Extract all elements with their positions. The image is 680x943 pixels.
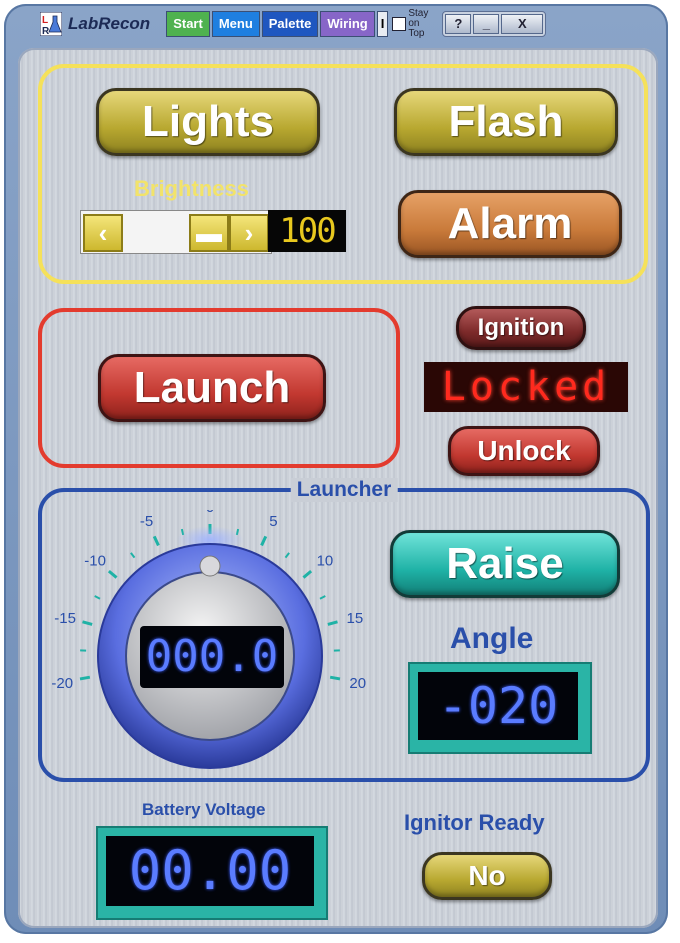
labrecon-logo-icon: L R (39, 11, 63, 37)
dial-tick-label: -5 (140, 513, 153, 530)
dial-minor-tick (319, 595, 326, 600)
svg-text:L: L (42, 15, 48, 26)
svg-text:R: R (42, 26, 50, 36)
stay-on-top-checkbox[interactable] (392, 17, 407, 31)
lock-status-display: Locked (424, 362, 628, 412)
dial-tick-label: 5 (269, 513, 277, 530)
dial-indicator (199, 555, 221, 577)
raise-button[interactable]: Raise (390, 530, 620, 598)
brightness-display: 100 (268, 210, 346, 252)
slider-left-arrow-icon[interactable]: ‹ (83, 214, 123, 252)
dial-display: 000.0 (140, 626, 284, 688)
dial-tick-label: 15 (347, 610, 364, 627)
dial-tick-label: 0 (206, 510, 214, 516)
dial-tick-label: 20 (349, 675, 366, 692)
dial-tick-label: 10 (317, 553, 334, 570)
dial-tick-mark (82, 620, 93, 626)
app-title: LabRecon (68, 14, 151, 33)
dial-tick-mark (329, 675, 341, 681)
unlock-button[interactable]: Unlock (448, 426, 600, 476)
dial-tick-label: -15 (54, 610, 76, 627)
dial-minor-tick (94, 595, 101, 600)
stay-on-top-toggle[interactable]: Stay on Top (392, 9, 436, 39)
dial-tick-mark (260, 535, 268, 547)
launch-button[interactable]: Launch (98, 354, 326, 422)
battery-voltage-display: 00.00 (106, 836, 314, 906)
alarm-button[interactable]: Alarm (398, 190, 622, 258)
brightness-label: Brightness (134, 176, 249, 201)
close-button[interactable]: X (501, 14, 544, 34)
launcher-group-title: Launcher (290, 478, 398, 502)
tab-palette[interactable]: Palette (261, 11, 319, 37)
stay-on-top-label: Stay on Top (408, 8, 429, 39)
dial-tick-label: -10 (84, 553, 106, 570)
angle-label: Angle (450, 622, 534, 655)
brightness-slider[interactable]: ‹ ▬ › (80, 210, 272, 254)
minimize-button[interactable]: _ (473, 14, 500, 34)
slider-right-arrow-icon[interactable]: › (229, 214, 269, 252)
window-controls: ? _ X (442, 11, 547, 37)
dial-tick-mark (107, 570, 118, 579)
ignitor-ready-indicator: No (422, 852, 552, 900)
title-bar: L R LabRecon Start Menu Palette Wiring I… (39, 9, 547, 39)
dial-minor-tick (130, 552, 136, 559)
tab-wiring[interactable]: Wiring (320, 11, 375, 37)
help-button[interactable]: ? (445, 14, 472, 34)
dial-tick-mark (327, 620, 338, 626)
tab-start[interactable]: Start (166, 11, 210, 37)
slider-thumb[interactable]: ▬ (189, 214, 229, 252)
lights-button[interactable]: Lights (96, 88, 320, 156)
tab-menu[interactable]: Menu (211, 11, 260, 37)
tab-i[interactable]: I (376, 11, 389, 37)
dial-tick-mark (79, 675, 91, 681)
dial-tick-label: -20 (51, 675, 73, 692)
dial-tick-mark (302, 570, 313, 579)
ignition-button[interactable]: Ignition (456, 306, 586, 350)
ignitor-ready-label: Ignitor Ready (404, 810, 545, 835)
dial-minor-tick (284, 552, 290, 559)
flash-button[interactable]: Flash (394, 88, 618, 156)
battery-voltage-label: Battery Voltage (142, 800, 266, 819)
dial-tick-mark (152, 535, 160, 547)
angle-display: -020 (418, 672, 578, 740)
